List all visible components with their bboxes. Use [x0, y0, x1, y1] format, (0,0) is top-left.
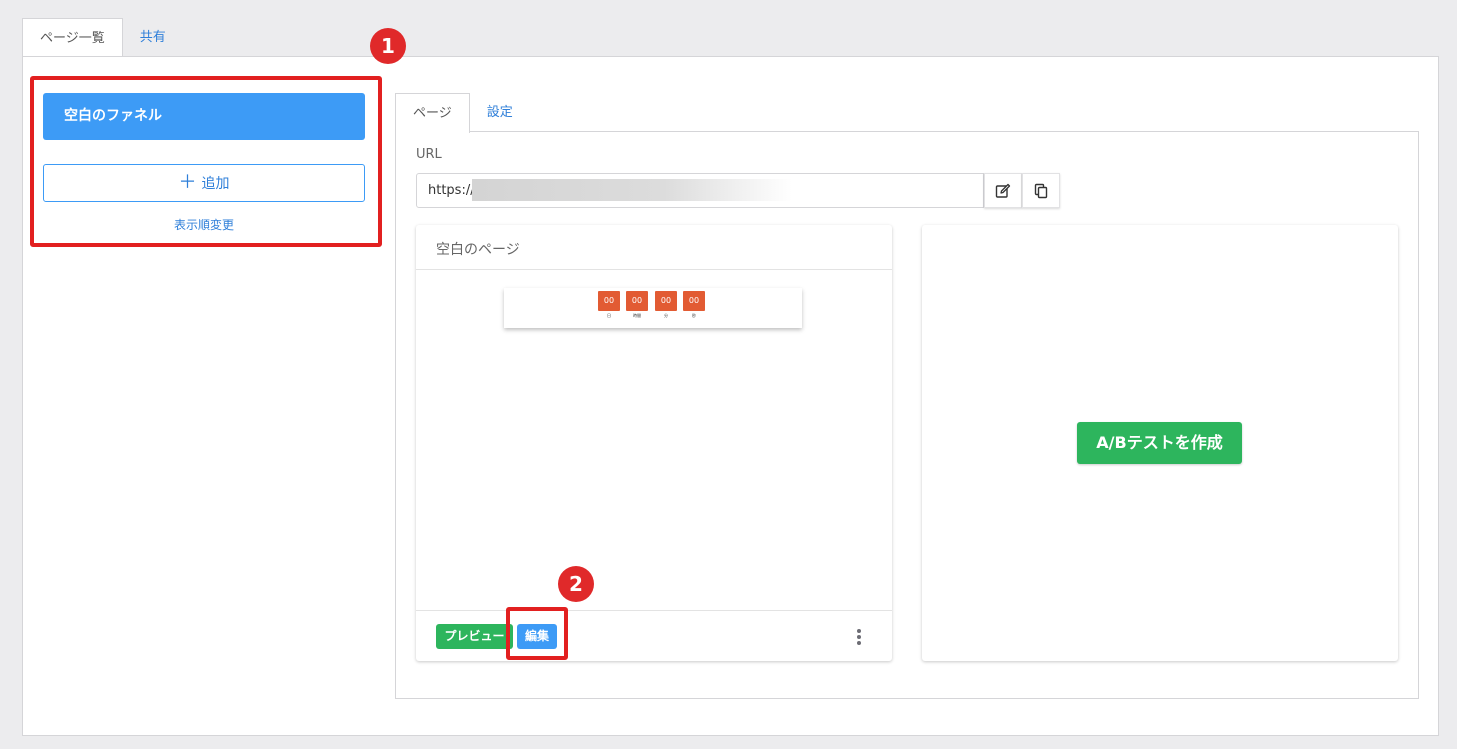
step-badge-1: 1	[370, 28, 406, 64]
top-tab-bar: ページ一覧 共有	[22, 18, 183, 58]
countdown-label: 日	[607, 313, 611, 318]
tab-page[interactable]: ページ	[395, 93, 470, 133]
preview-button[interactable]: プレビュー	[436, 624, 513, 649]
divider	[416, 610, 892, 611]
countdown-box: 00	[626, 291, 648, 311]
copy-icon	[1034, 183, 1048, 198]
countdown-label: 分	[664, 313, 668, 318]
tab-page-list[interactable]: ページ一覧	[22, 18, 123, 58]
countdown-label: 時間	[633, 313, 641, 318]
edit-pencil-icon	[995, 183, 1011, 198]
inner-tab-bar: ページ 設定	[395, 93, 530, 133]
edit-url-button[interactable]	[984, 173, 1022, 208]
page-card: 空白のページ 00 00 00 00 日 時間 分 秒 プレビュー 編集	[416, 225, 892, 661]
countdown-label: 秒	[692, 313, 696, 318]
page-thumbnail[interactable]: 00 00 00 00 日 時間 分 秒	[504, 288, 802, 328]
tab-share[interactable]: 共有	[123, 18, 183, 57]
countdown-box: 00	[598, 291, 620, 311]
more-vertical-icon[interactable]	[857, 629, 861, 645]
create-ab-test-button[interactable]: A/Bテストを作成	[1077, 422, 1242, 464]
countdown-box: 00	[683, 291, 705, 311]
page-card-title: 空白のページ	[436, 242, 520, 258]
divider	[416, 269, 892, 270]
edit-button-highlight	[506, 607, 568, 660]
step-badge-2: 2	[558, 566, 594, 602]
copy-url-button[interactable]	[1022, 173, 1060, 208]
countdown-box: 00	[655, 291, 677, 311]
ab-test-card: A/Bテストを作成	[922, 225, 1398, 661]
tab-settings[interactable]: 設定	[470, 93, 530, 132]
url-redacted	[472, 179, 792, 201]
url-label: URL	[416, 147, 442, 162]
funnel-list-highlight	[30, 76, 382, 247]
